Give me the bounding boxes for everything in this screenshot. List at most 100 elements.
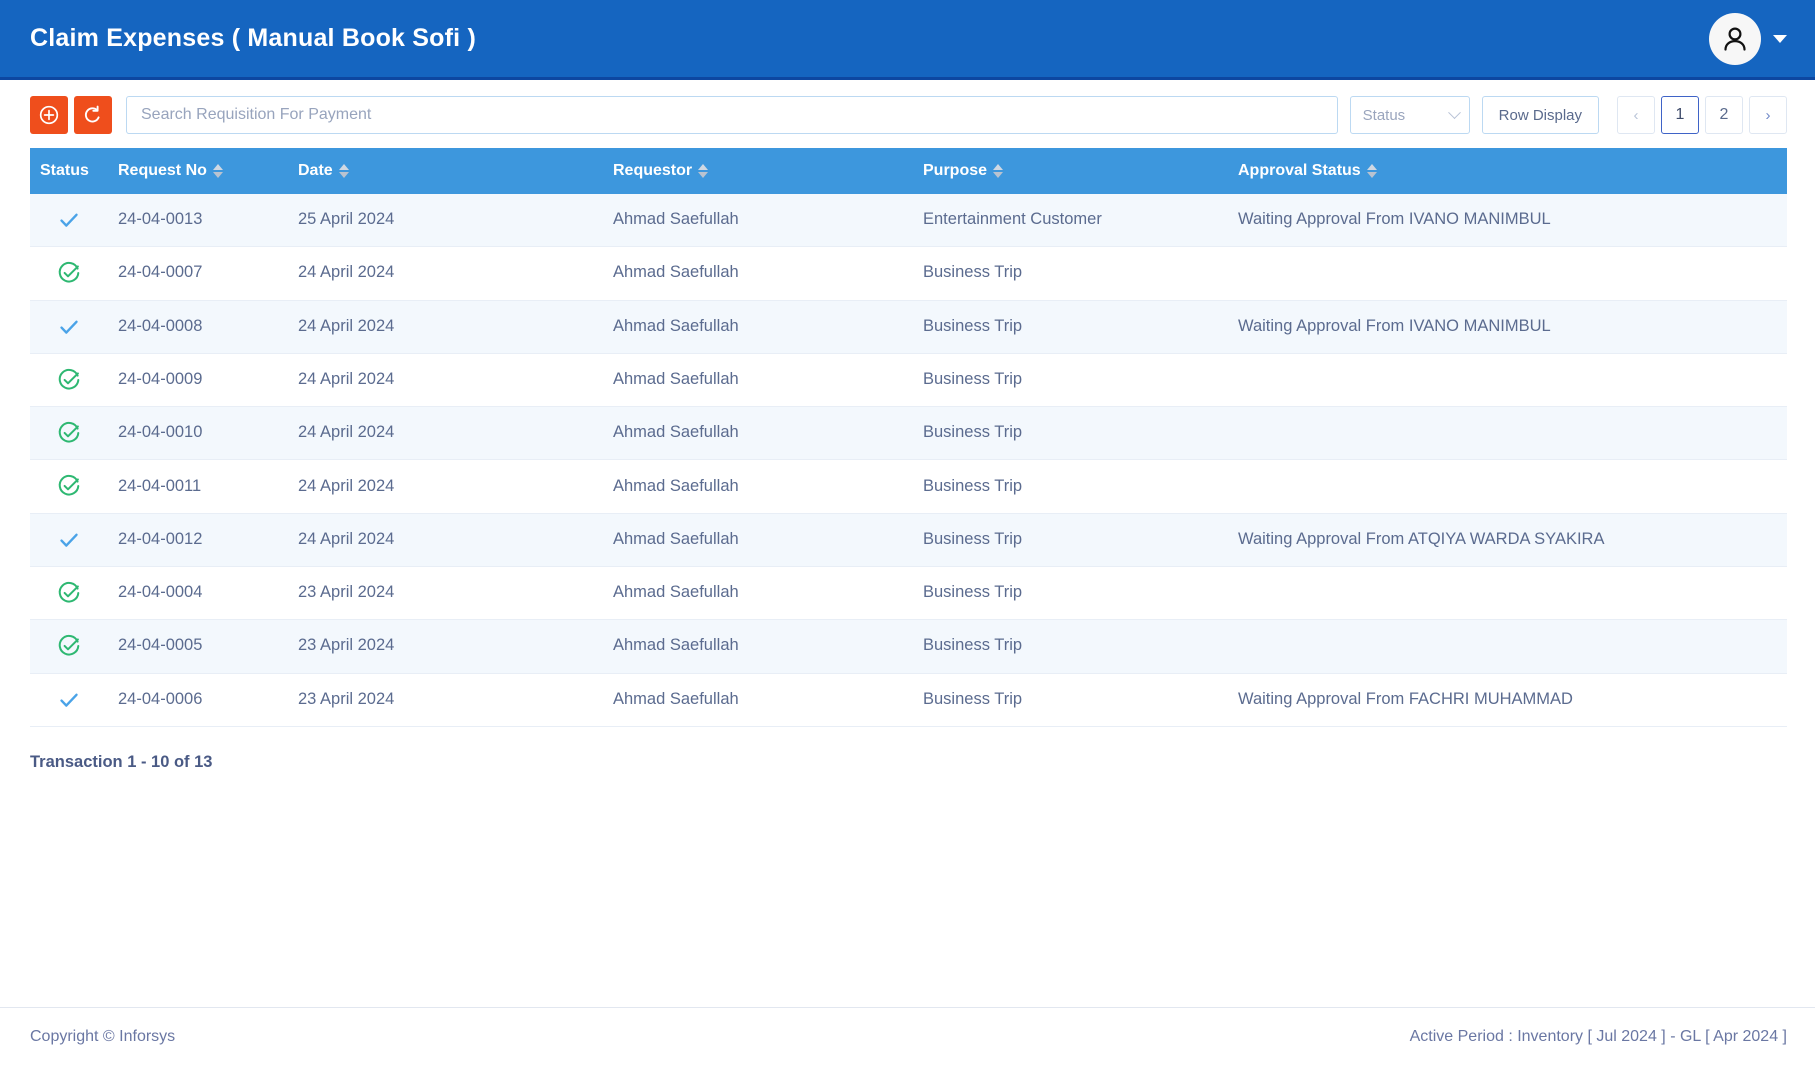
cell-date: 23 April 2024	[288, 673, 603, 727]
column-header-date-label: Date	[298, 162, 333, 179]
cell-request-no: 24-04-0010	[108, 406, 288, 461]
cell-date: 23 April 2024	[288, 619, 603, 674]
cell-purpose: Entertainment Customer	[913, 194, 1228, 248]
cell-requestor: Ahmad Saefullah	[603, 513, 913, 567]
cell-approval-status: Waiting Approval From ATQIYA WARDA SYAKI…	[1228, 513, 1787, 567]
pagination-next-button[interactable]: ›	[1749, 96, 1787, 134]
cell-purpose: Business Trip	[913, 406, 1228, 461]
cell-purpose: Business Trip	[913, 246, 1228, 301]
refresh-button[interactable]	[74, 96, 112, 134]
table-row[interactable]: 24-04-0008 24 April 2024 Ahmad Saefullah Bu…	[30, 300, 1787, 354]
check-icon[interactable]	[30, 194, 108, 248]
table-row[interactable]: 24-04-0013 25 April 2024 Ahmad Saefullah En…	[30, 194, 1787, 248]
cell-request-no: 24-04-0008	[108, 300, 288, 354]
pagination-page-2[interactable]: 2	[1705, 96, 1743, 134]
table-row[interactable]: 24-04-0011 24 April 2024 Ahmad Saefullah Bu…	[30, 459, 1787, 514]
check-circle-icon[interactable]	[30, 406, 108, 461]
check-circle-icon[interactable]	[30, 566, 108, 621]
check-circle-icon[interactable]	[30, 459, 108, 514]
pagination: ‹ 1 2 ›	[1617, 96, 1787, 134]
copyright-text: Copyright © Inforsys	[30, 1027, 176, 1045]
cell-request-no: 24-04-0012	[108, 513, 288, 567]
check-circle-icon[interactable]	[30, 619, 108, 674]
cell-approval-status	[1228, 353, 1787, 408]
cell-date: 24 April 2024	[288, 353, 603, 408]
status-filter-label: Status	[1362, 106, 1406, 124]
column-header-approval-status[interactable]: Approval Status	[1228, 148, 1787, 194]
cell-requestor: Ahmad Saefullah	[603, 194, 913, 248]
refresh-undo-icon	[82, 104, 104, 126]
status-filter-select[interactable]: Status	[1349, 96, 1470, 134]
check-icon[interactable]	[30, 300, 108, 354]
chevron-down-icon	[1447, 105, 1461, 119]
sort-icon[interactable]	[993, 164, 1004, 178]
table-row[interactable]: 24-04-0010 24 April 2024 Ahmad Saefullah Bu…	[30, 406, 1787, 461]
sort-icon[interactable]	[212, 164, 223, 178]
cell-approval-status: Waiting Approval From IVANO MANIMBUL	[1228, 300, 1787, 354]
user-avatar-icon[interactable]	[1709, 12, 1761, 65]
sort-icon[interactable]	[338, 164, 349, 178]
cell-approval-status: Waiting Approval From IVANO MANIMBUL	[1228, 194, 1787, 248]
header-user-area[interactable]	[1709, 12, 1787, 65]
plus-circle-icon	[38, 104, 60, 126]
cell-purpose: Business Trip	[913, 566, 1228, 621]
row-display-button[interactable]: Row Display	[1481, 96, 1599, 134]
pagination-prev-button[interactable]: ‹	[1617, 96, 1655, 134]
cell-requestor: Ahmad Saefullah	[603, 300, 913, 354]
table-row[interactable]: 24-04-0012 24 April 2024 Ahmad Saefullah Bu…	[30, 513, 1787, 567]
requisition-table: Status Request No Date Requestor Purpose…	[30, 148, 1787, 727]
cell-date: 24 April 2024	[288, 513, 603, 567]
column-header-requestor[interactable]: Requestor	[603, 148, 913, 194]
column-header-purpose[interactable]: Purpose	[913, 148, 1228, 194]
table-row[interactable]: 24-04-0006 23 April 2024 Ahmad Saefullah Bu…	[30, 673, 1787, 727]
table-row[interactable]: 24-04-0004 23 April 2024 Ahmad Saefullah Bu…	[30, 566, 1787, 621]
cell-approval-status	[1228, 459, 1787, 514]
cell-purpose: Business Trip	[913, 459, 1228, 514]
sort-icon[interactable]	[1366, 164, 1377, 178]
transaction-count: Transaction 1 - 10 of 13	[30, 752, 213, 771]
requisition-table-container: Status Request No Date Requestor Purpose…	[0, 148, 1815, 727]
cell-requestor: Ahmad Saefullah	[603, 566, 913, 621]
cell-requestor: Ahmad Saefullah	[603, 673, 913, 727]
column-header-request-no[interactable]: Request No	[108, 148, 288, 194]
active-period-text: Active Period : Inventory [ Jul 2024 ] -…	[1409, 1027, 1787, 1045]
table-header-row: Status Request No Date Requestor Purpose…	[30, 148, 1787, 194]
claim-expenses-page: Claim Expenses ( Manual Book Sofi ) Sear…	[0, 0, 1815, 1065]
cell-request-no: 24-04-0004	[108, 566, 288, 621]
table-head: Status Request No Date Requestor Purpose…	[30, 148, 1787, 194]
cell-requestor: Ahmad Saefullah	[603, 246, 913, 301]
check-circle-icon[interactable]	[30, 246, 108, 301]
column-header-purpose-label: Purpose	[923, 162, 988, 179]
table-body: 24-04-0013 25 April 2024 Ahmad Saefullah En…	[30, 194, 1787, 727]
cell-request-no: 24-04-0007	[108, 246, 288, 301]
check-icon[interactable]	[30, 673, 108, 727]
chevron-down-icon[interactable]	[1773, 34, 1787, 43]
sort-icon[interactable]	[698, 164, 709, 178]
cell-approval-status	[1228, 246, 1787, 301]
cell-date: 23 April 2024	[288, 566, 603, 621]
table-row[interactable]: 24-04-0009 24 April 2024 Ahmad Saefullah Bu…	[30, 353, 1787, 408]
cell-date: 24 April 2024	[288, 300, 603, 354]
add-button[interactable]	[30, 96, 68, 134]
toolbar: Status Row Display ‹ 1 2 ›	[0, 80, 1815, 148]
check-circle-icon[interactable]	[30, 353, 108, 408]
cell-request-no: 24-04-0009	[108, 353, 288, 408]
column-header-date[interactable]: Date	[288, 148, 603, 194]
cell-request-no: 24-04-0013	[108, 194, 288, 248]
cell-purpose: Business Trip	[913, 673, 1228, 727]
column-header-request-no-label: Request No	[118, 162, 207, 179]
column-header-status[interactable]: Status	[30, 148, 108, 194]
search-input[interactable]	[126, 96, 1338, 134]
table-row[interactable]: 24-04-0005 23 April 2024 Ahmad Saefullah Bu…	[30, 619, 1787, 674]
check-icon[interactable]	[30, 513, 108, 567]
cell-date: 24 April 2024	[288, 459, 603, 514]
cell-date: 24 April 2024	[288, 246, 603, 301]
column-header-requestor-label: Requestor	[613, 162, 693, 179]
cell-purpose: Business Trip	[913, 353, 1228, 408]
pagination-page-1[interactable]: 1	[1661, 96, 1699, 134]
cell-requestor: Ahmad Saefullah	[603, 459, 913, 514]
page-header: Claim Expenses ( Manual Book Sofi )	[0, 0, 1815, 80]
cell-requestor: Ahmad Saefullah	[603, 353, 913, 408]
cell-date: 24 April 2024	[288, 406, 603, 461]
table-row[interactable]: 24-04-0007 24 April 2024 Ahmad Saefullah Bu…	[30, 246, 1787, 301]
